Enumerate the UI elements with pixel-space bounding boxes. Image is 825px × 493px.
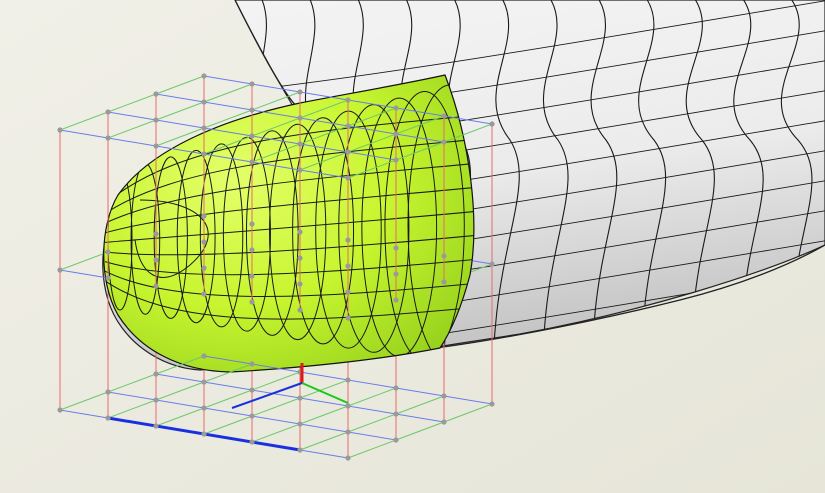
lattice-control-point[interactable]	[345, 149, 351, 155]
lattice-control-point[interactable]	[297, 281, 303, 287]
lattice-control-point[interactable]	[201, 73, 207, 79]
lattice-control-point[interactable]	[489, 401, 495, 407]
lattice-control-point[interactable]	[297, 307, 303, 313]
lattice-control-point[interactable]	[345, 429, 351, 435]
lattice-control-point[interactable]	[297, 421, 303, 427]
lattice-control-point[interactable]	[153, 117, 159, 123]
lattice-control-point[interactable]	[57, 127, 63, 133]
lattice-control-point[interactable]	[345, 403, 351, 409]
lattice-control-point[interactable]	[57, 267, 63, 273]
3d-viewport[interactable]	[0, 0, 825, 493]
lattice-control-point[interactable]	[345, 97, 351, 103]
lattice-control-point[interactable]	[105, 415, 111, 421]
lattice-control-point[interactable]	[153, 257, 159, 263]
lattice-control-point[interactable]	[297, 395, 303, 401]
lattice-control-point[interactable]	[249, 107, 255, 113]
lattice-control-point[interactable]	[201, 239, 207, 245]
lattice-control-point[interactable]	[153, 397, 159, 403]
lattice-control-point[interactable]	[249, 221, 255, 227]
lattice-control-point[interactable]	[153, 423, 159, 429]
lattice-control-point[interactable]	[297, 229, 303, 235]
lattice-control-point[interactable]	[105, 109, 111, 115]
lattice-control-point[interactable]	[201, 125, 207, 131]
lattice-control-point[interactable]	[345, 289, 351, 295]
lattice-control-point[interactable]	[345, 377, 351, 383]
lattice-control-point[interactable]	[345, 315, 351, 321]
lattice-control-point[interactable]	[345, 263, 351, 269]
lattice-control-point[interactable]	[105, 275, 111, 281]
lattice-control-point[interactable]	[249, 133, 255, 139]
lattice-control-point[interactable]	[105, 389, 111, 395]
lattice-control-point[interactable]	[441, 113, 447, 119]
lattice-control-point[interactable]	[57, 407, 63, 413]
lattice-control-point[interactable]	[201, 405, 207, 411]
lattice-control-point[interactable]	[345, 455, 351, 461]
lattice-control-point[interactable]	[489, 261, 495, 267]
lattice-control-point[interactable]	[201, 431, 207, 437]
lattice-control-point[interactable]	[393, 297, 399, 303]
lattice-control-point[interactable]	[489, 121, 495, 127]
lattice-control-point[interactable]	[297, 89, 303, 95]
lattice-control-point[interactable]	[153, 231, 159, 237]
lattice-control-point[interactable]	[441, 393, 447, 399]
lattice-control-point[interactable]	[201, 353, 207, 359]
lattice-control-point[interactable]	[393, 157, 399, 163]
lattice-control-point[interactable]	[249, 387, 255, 393]
lattice-control-point[interactable]	[249, 413, 255, 419]
lattice-control-point[interactable]	[153, 91, 159, 97]
lattice-control-point[interactable]	[345, 237, 351, 243]
lattice-control-point[interactable]	[153, 371, 159, 377]
lattice-control-point[interactable]	[201, 265, 207, 271]
lattice-control-point[interactable]	[441, 279, 447, 285]
lattice-control-point[interactable]	[153, 283, 159, 289]
lattice-control-point[interactable]	[249, 361, 255, 367]
lattice-control-point[interactable]	[297, 255, 303, 261]
lattice-control-point[interactable]	[345, 123, 351, 129]
lattice-control-point[interactable]	[297, 167, 303, 173]
lattice-control-point[interactable]	[393, 245, 399, 251]
3d-scene[interactable]	[0, 0, 825, 493]
lattice-control-point[interactable]	[297, 141, 303, 147]
lattice-control-point[interactable]	[441, 419, 447, 425]
lattice-control-point[interactable]	[441, 253, 447, 259]
lattice-control-point[interactable]	[249, 439, 255, 445]
lattice-control-point[interactable]	[201, 99, 207, 105]
lattice-control-point[interactable]	[393, 271, 399, 277]
lattice-control-point[interactable]	[393, 411, 399, 417]
lattice-control-point[interactable]	[201, 379, 207, 385]
lattice-control-point[interactable]	[393, 437, 399, 443]
lattice-control-point[interactable]	[393, 385, 399, 391]
lattice-control-point[interactable]	[201, 291, 207, 297]
lattice-control-point[interactable]	[105, 135, 111, 141]
lattice-control-point[interactable]	[249, 159, 255, 165]
lattice-control-point[interactable]	[345, 175, 351, 181]
lattice-control-point[interactable]	[249, 81, 255, 87]
lattice-control-point[interactable]	[297, 115, 303, 121]
lattice-control-point[interactable]	[153, 143, 159, 149]
lattice-control-point[interactable]	[201, 151, 207, 157]
lattice-control-point[interactable]	[249, 299, 255, 305]
lattice-control-point[interactable]	[249, 247, 255, 253]
lattice-control-point[interactable]	[201, 213, 207, 219]
lattice-control-point[interactable]	[249, 273, 255, 279]
lattice-control-point[interactable]	[393, 105, 399, 111]
lattice-control-point[interactable]	[441, 139, 447, 145]
lattice-control-point[interactable]	[393, 131, 399, 137]
lattice-control-point[interactable]	[297, 447, 303, 453]
lattice-control-point[interactable]	[105, 249, 111, 255]
